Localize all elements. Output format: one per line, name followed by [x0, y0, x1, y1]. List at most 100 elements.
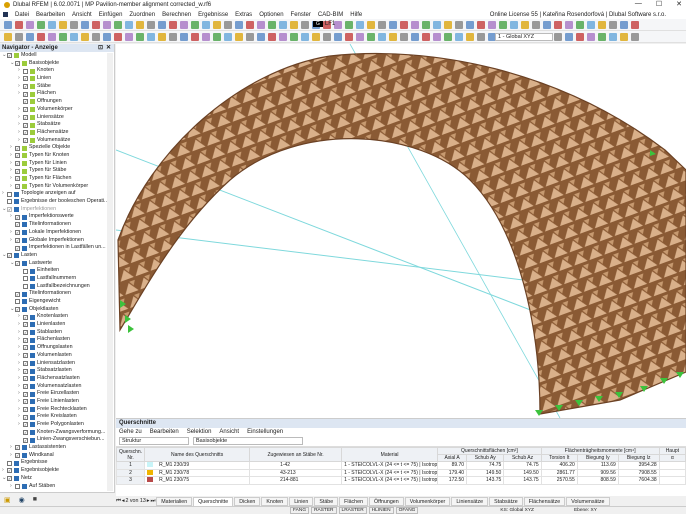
tree-item[interactable]: › ✓ Imperfektionswerte	[0, 213, 114, 221]
toolbar-tool-icon[interactable]	[70, 20, 78, 29]
menu-berechnen[interactable]: Berechnen	[162, 12, 191, 18]
toolbar-tool-icon[interactable]	[433, 32, 441, 41]
tree-item[interactable]: ⌄ ✓ Imperfektionen	[0, 206, 114, 214]
tree-checkbox[interactable]: ✓	[23, 360, 28, 366]
pin-icon[interactable]: ⊡	[98, 44, 103, 52]
tree-item[interactable]: ⌄ ✓ Lasten	[0, 252, 114, 260]
tree-item[interactable]: ✓ Linien-Zwangsverschiebun...	[0, 436, 114, 444]
tree-item[interactable]: › ✓ Flächensätze	[0, 129, 114, 137]
tree-checkbox[interactable]	[15, 483, 20, 489]
cell-name[interactable]: R_M1 230/75	[144, 476, 251, 485]
toggle-lraster[interactable]: LRASTER	[338, 507, 367, 514]
toolbar-tool-icon[interactable]	[4, 32, 12, 41]
tree-checkbox[interactable]: ✓	[23, 406, 28, 412]
toolbar-tool-icon[interactable]	[268, 20, 276, 29]
toolbar-tool-icon[interactable]	[609, 20, 617, 29]
cell-material[interactable]: 1 - STEICOLVL-X (24 <= t <= 75) | Isotro…	[341, 461, 439, 470]
tree-item[interactable]: ⌄ ✓ Basisobjekte	[0, 60, 114, 68]
coordinate-system-select[interactable]: 1 - Global XYZ	[495, 33, 553, 41]
tree-item[interactable]: › ✓ Spezielle Objekte	[0, 144, 114, 152]
table-row[interactable]: 3 R_M1 230/75 214-881 1 - STEICOLVL-X (2…	[115, 476, 686, 485]
toolbar-tool-icon[interactable]	[48, 20, 56, 29]
tree-checkbox[interactable]: ✓	[15, 61, 20, 67]
toolbar-tool-icon[interactable]	[411, 20, 419, 29]
toolbar-tool-icon[interactable]	[400, 32, 408, 41]
panel-menu-goto[interactable]: Gehe zu	[119, 428, 142, 436]
toolbar-tool-icon[interactable]	[224, 32, 232, 41]
tree-item[interactable]: ✓ Titelinformationen	[0, 290, 114, 298]
toolbar-tool-icon[interactable]	[609, 32, 617, 41]
tree-checkbox[interactable]	[23, 276, 28, 282]
tree-item[interactable]: › Topologie anzeigen auf	[0, 190, 114, 198]
pager-first-button[interactable]: ⏮	[116, 498, 121, 505]
tree-checkbox[interactable]: ✓	[23, 368, 28, 374]
toolbar-tool-icon[interactable]	[301, 32, 309, 41]
toolbar-tool-icon[interactable]	[477, 32, 485, 41]
toolbar-tool-icon[interactable]	[400, 20, 408, 29]
tree-checkbox[interactable]: ✓	[23, 122, 28, 128]
cell-name[interactable]: R_M1 230/39	[144, 461, 251, 470]
toolbar-tool-icon[interactable]	[389, 32, 397, 41]
tree-checkbox[interactable]: ✓	[15, 168, 20, 174]
menu-fenster[interactable]: Fenster	[291, 12, 311, 18]
menu-einfuegen[interactable]: Einfügen	[99, 12, 123, 18]
tree-item[interactable]: › ✓ Stäbe	[0, 83, 114, 91]
tab-querschnitte[interactable]: Querschnitte	[193, 496, 234, 506]
toolbar-tool-icon[interactable]	[488, 20, 496, 29]
toolbar-tool-icon[interactable]	[367, 32, 375, 41]
tree-item[interactable]: ⌄ ✓ Lastwerte	[0, 260, 114, 268]
tree-item[interactable]: › ✓ Ergebnisobjekte	[0, 467, 114, 475]
toolbar-tool-icon[interactable]	[422, 32, 430, 41]
tree-item[interactable]: Ergebnisse	[0, 459, 114, 467]
tree-checkbox[interactable]: ✓	[23, 99, 28, 105]
tree-checkbox[interactable]: ✓	[23, 84, 28, 90]
tree-item[interactable]: ✓ Öffnungen	[0, 98, 114, 106]
toolbar-tool-icon[interactable]	[301, 20, 309, 29]
tree-checkbox[interactable]: ✓	[23, 322, 28, 328]
toolbar-tool-icon[interactable]	[114, 32, 122, 41]
tree-item[interactable]: › ✓ Öffnungslasten	[0, 344, 114, 352]
toolbar-tool-icon[interactable]	[312, 32, 320, 41]
panel-menu-selection[interactable]: Selektion	[187, 428, 212, 436]
toolbar-tool-icon[interactable]	[158, 20, 166, 29]
toolbar-tool-icon[interactable]	[334, 32, 342, 41]
tree-item[interactable]: › ✓ Stablasten	[0, 329, 114, 337]
menu-ansicht[interactable]: Ansicht	[72, 12, 92, 18]
toolbar-tool-icon[interactable]	[81, 20, 89, 29]
toolbar-tool-icon[interactable]	[246, 32, 254, 41]
toolbar-tool-icon[interactable]	[565, 32, 573, 41]
toolbar-tool-icon[interactable]	[169, 20, 177, 29]
toolbar-tool-icon[interactable]	[620, 32, 628, 41]
tree-item[interactable]: › ✓ Linien	[0, 75, 114, 83]
maximize-button[interactable]: ☐	[656, 0, 662, 8]
menu-cad-bim[interactable]: CAD-BIM	[318, 12, 343, 18]
pager-last-button[interactable]: ⏭	[150, 498, 155, 505]
toggle-raster[interactable]: RASTER	[311, 507, 337, 514]
tree-item[interactable]: › ✓ Volumensätze	[0, 137, 114, 145]
toolbar-tool-icon[interactable]	[59, 32, 67, 41]
tree-checkbox[interactable]	[7, 191, 12, 197]
toolbar-tool-icon[interactable]	[92, 20, 100, 29]
toolbar-tool-icon[interactable]	[48, 32, 56, 41]
tree-checkbox[interactable]: ✓	[23, 399, 28, 405]
cell-material[interactable]: 1 - STEICOLVL-X (24 <= t <= 75) | Isotro…	[341, 468, 439, 477]
toolbar-tool-icon[interactable]	[92, 32, 100, 41]
tree-checkbox[interactable]: ✓	[23, 391, 28, 397]
tree-checkbox[interactable]: ✓	[23, 76, 28, 82]
tree-checkbox[interactable]: ✓	[23, 353, 28, 359]
tree-item[interactable]: Lastfallbezeichnungen	[0, 283, 114, 291]
toolbar-tool-icon[interactable]	[554, 32, 562, 41]
toolbar-tool-icon[interactable]	[356, 20, 364, 29]
toolbar-tool-icon[interactable]	[191, 20, 199, 29]
toolbar-tool-icon[interactable]	[532, 20, 540, 29]
tree-item[interactable]: Eigengewicht	[0, 298, 114, 306]
tree-checkbox[interactable]: ✓	[7, 253, 12, 259]
tree-checkbox[interactable]: ✓	[15, 153, 20, 159]
menu-zuordnen[interactable]: Zuordnen	[129, 12, 155, 18]
toolbar-tool-icon[interactable]	[147, 20, 155, 29]
toolbar-tool-icon[interactable]	[411, 32, 419, 41]
tab-öffnungen[interactable]: Öffnungen	[369, 496, 404, 506]
toolbar-tool-icon[interactable]	[26, 32, 34, 41]
tab-stäbe[interactable]: Stäbe	[314, 496, 339, 506]
tree-item[interactable]: › ✓ Typen für Knoten	[0, 152, 114, 160]
